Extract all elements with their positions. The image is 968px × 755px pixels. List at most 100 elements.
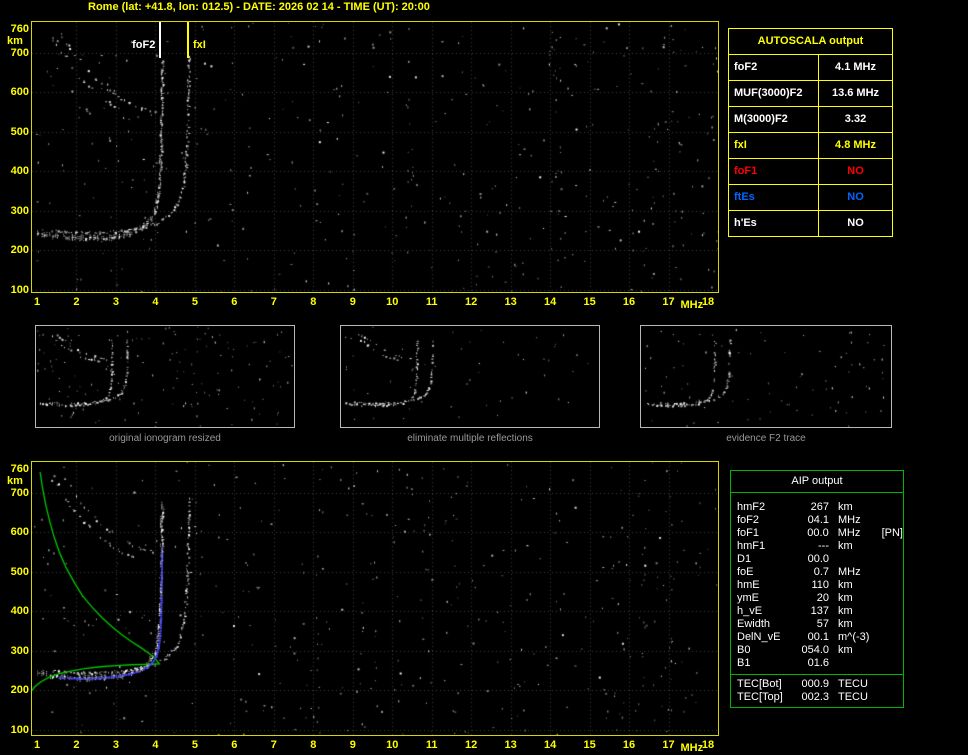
x-tick-label: 2	[73, 739, 80, 751]
aip-row-unit: MHz	[838, 566, 861, 578]
y-tick-label: 600	[10, 526, 29, 539]
aip-row-note	[878, 631, 903, 644]
x-tick-label: 11	[425, 296, 438, 308]
aip-row: ymE 20 km	[731, 592, 903, 605]
x-tick-label: 17	[662, 739, 675, 751]
x-tick-label: 4	[152, 739, 159, 751]
aip-row-value: 00.0	[807, 527, 829, 539]
x-tick-label: 7	[270, 296, 277, 308]
x-tick-label: 6	[231, 296, 238, 308]
thumbnail-f2-trace	[640, 325, 892, 428]
aip-row-note	[878, 618, 903, 631]
autoscala-param-value: 4.1 MHz	[835, 61, 876, 73]
autoscala-param-value: NO	[847, 217, 864, 229]
aip-row-note	[878, 579, 903, 592]
y-tick-label: 700	[10, 486, 29, 499]
aip-tec-label: TEC[Bot]	[737, 678, 782, 690]
fxi-marker-line	[186, 22, 189, 58]
x-tick-label: 1	[33, 296, 41, 308]
aip-row-label: D1	[737, 553, 752, 565]
x-tick-label: 8	[310, 296, 317, 308]
y-tick-label: 100	[10, 724, 29, 737]
autoscala-param-label: fxI	[729, 133, 819, 158]
aip-row-value: ---	[818, 540, 829, 552]
x-tick-label: 10	[386, 296, 399, 308]
aip-row-value: 0.7	[813, 566, 829, 578]
aip-row-unit: km	[838, 618, 853, 630]
aip-row-unit: km	[838, 540, 853, 552]
aip-row-unit	[829, 657, 878, 670]
aip-row-unit: km	[838, 579, 853, 591]
aip-row-label: ymE	[737, 592, 759, 604]
aip-row-label: Ewidth	[737, 618, 771, 630]
fxi-marker-label: fxI	[192, 39, 206, 51]
autoscala-param-label: ftEs	[729, 185, 819, 210]
x-tick-label: 12	[465, 296, 478, 308]
aip-row-note	[878, 540, 903, 553]
x-tick-label: 9	[349, 739, 356, 751]
y-tick-label: 300	[10, 204, 29, 217]
aip-row: foF1 00.0 MHz [PN]	[731, 527, 903, 540]
x-tick-label: 17	[662, 296, 675, 308]
y-tick-label: 300	[10, 644, 29, 657]
thumbnail-multiples-canvas	[341, 326, 599, 427]
aip-row-label: B1	[737, 657, 751, 669]
aip-row: hmE 110 km	[731, 579, 903, 592]
ionogram-panel-top: foF2 fxI	[31, 21, 719, 293]
autoscala-param-label: M(3000)F2	[729, 107, 819, 132]
fof2-marker-line	[159, 22, 162, 58]
aip-row-note	[878, 657, 903, 670]
aip-row-unit: MHz	[838, 514, 861, 526]
thumbnail-f2trace-caption: evidence F2 trace	[726, 433, 806, 444]
y-axis-unit: km	[7, 35, 23, 47]
x-tick-label: 14	[543, 296, 557, 308]
aip-row: B0 054.0 km	[731, 644, 903, 657]
x-tick-label: 3	[112, 739, 119, 751]
aip-tec-value: 002.3	[801, 691, 829, 703]
aip-table-body: hmF2 267 km foF2 04.1 MHz foF1 00.0 MHz [PN] hmF1 -…	[731, 493, 903, 674]
aip-row-label: foF2	[737, 514, 760, 526]
y-tick-label: 600	[10, 86, 29, 99]
aip-row-unit: km	[838, 501, 853, 513]
autoscala-param-value: 4.8 MHz	[835, 139, 876, 151]
aip-row-note	[878, 592, 903, 605]
aip-row: Ewidth 57 km	[731, 618, 903, 631]
x-tick-label: 11	[425, 739, 438, 751]
aip-row-note	[878, 501, 903, 514]
aip-row-label: foF1	[737, 527, 760, 539]
y-axis-unit: km	[7, 475, 23, 487]
x-tick-label: 9	[349, 296, 356, 308]
x-axis-unit: MHz	[680, 742, 704, 754]
x-tick-label: 3	[112, 296, 119, 308]
autoscala-param-label: h'Es	[729, 211, 819, 236]
y-tick-label: 500	[10, 565, 29, 578]
y-tick-label: 100	[10, 284, 29, 297]
aip-row-unit: km	[838, 592, 853, 604]
x-tick-label: 16	[622, 296, 636, 308]
autoscala-output-table: AUTOSCALA output foF2 4.1 MHz MUF(3000)F2 13…	[728, 28, 893, 237]
autoscala-screen: Rome (lat: +41.8, lon: 012.5) - DATE: 20…	[0, 0, 968, 755]
aip-row-label: B0	[737, 644, 751, 656]
ionogram-canvas-bottom	[32, 462, 718, 735]
x-tick-label: 13	[504, 296, 517, 308]
autoscala-param-label: MUF(3000)F2	[729, 81, 819, 106]
x-tick-label: 1	[33, 739, 41, 751]
y-tick-label: 760	[10, 23, 29, 35]
x-tick-label: 4	[152, 296, 159, 308]
aip-row-label: hmF2	[737, 501, 766, 513]
autoscala-row: fxI 4.8 MHz	[729, 133, 892, 159]
aip-row: foF2 04.1 MHz	[731, 514, 903, 527]
x-tick-label: 15	[583, 296, 596, 308]
aip-row-value: 00.0	[807, 553, 829, 565]
x-tick-label: 15	[583, 739, 596, 751]
autoscala-row: M(3000)F2 3.32	[729, 107, 892, 133]
x-tick-label: 5	[191, 739, 198, 751]
aip-row-value: 01.6	[807, 657, 829, 669]
aip-tec-row: TEC[Bot] 000.9 TECU	[731, 678, 903, 691]
thumbnail-original-caption: original ionogram resized	[109, 433, 221, 444]
aip-table-title: AIP output	[731, 471, 903, 493]
aip-row: hmF2 267 km	[731, 501, 903, 514]
aip-row-note	[878, 644, 903, 657]
aip-row-value: 20	[816, 592, 829, 604]
x-tick-label: 2	[73, 296, 80, 308]
